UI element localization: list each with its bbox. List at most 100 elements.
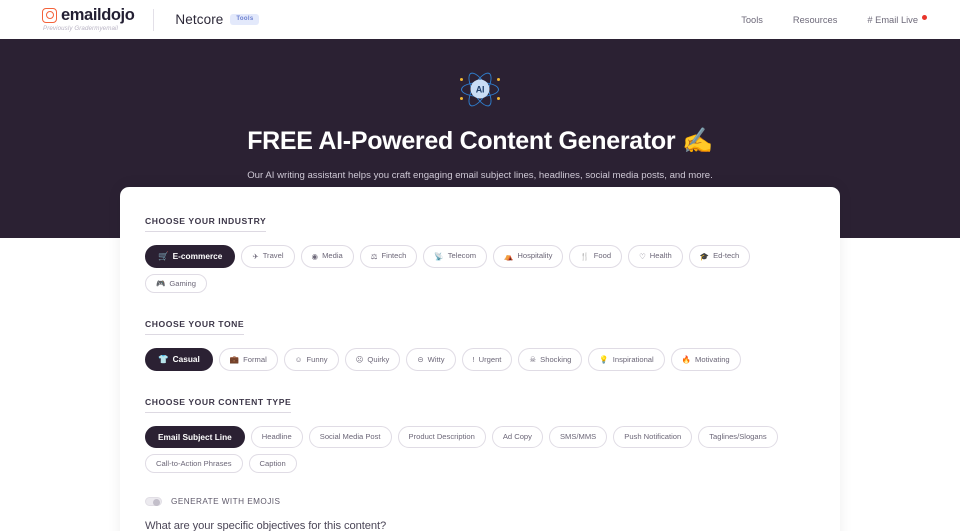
industry-chip-label: Travel [262, 251, 284, 261]
content-type-chip-product-description[interactable]: Product Description [397, 425, 486, 448]
page-title: FREE AI-Powered Content Generator ✍️ [247, 127, 713, 155]
page-root: emaildojo Previously Gradermyemail Netco… [0, 0, 960, 531]
industry-chip-health[interactable]: ♡ Health [628, 245, 683, 268]
airplane-icon: ✈ [252, 251, 259, 261]
tone-chip-urgent[interactable]: ! Urgent [461, 348, 513, 371]
tone-chip-funny[interactable]: ☺ Funny [283, 348, 339, 371]
cutlery-icon: 🍴 [580, 251, 590, 261]
netcore-text: Netcore [175, 12, 224, 27]
objectives-question: What are your specific objectives for th… [145, 520, 387, 531]
brand-divider [153, 8, 155, 31]
nav-email-live-text: # Email Live [867, 14, 918, 25]
tone-section: CHOOSE YOUR TONE 👕 Casual 💼 Formal ☺ Funny … [145, 314, 815, 371]
play-circle-icon: ◉ [311, 251, 319, 261]
content-type-chip-headline[interactable]: Headline [250, 425, 303, 448]
industry-chip-label: E-commerce [172, 251, 223, 262]
tone-chip-label: Witty [427, 354, 445, 364]
industry-chip-travel[interactable]: ✈ Travel [241, 245, 295, 268]
content-type-chip-ad-copy[interactable]: Ad Copy [491, 425, 543, 448]
netcore-label: Netcore Tools [175, 12, 260, 27]
nav-link-tools[interactable]: Tools [741, 15, 763, 25]
industry-chip-hospitality[interactable]: ⛺ Hospitality [493, 245, 564, 268]
industry-chip-label: Hospitality [517, 251, 553, 261]
industry-chip-label: Gaming [169, 278, 196, 288]
tone-chip-label: Funny [306, 354, 328, 364]
content-type-section: CHOOSE YOUR CONTENT TYPE Email Subject L… [145, 392, 815, 474]
emoji-toggle-label: GENERATE WITH EMOJIS [171, 497, 281, 507]
tone-chip-quirky[interactable]: ☹ Quirky [344, 348, 401, 371]
tone-chip-label: Urgent [478, 354, 502, 364]
content-type-chip-push-notification[interactable]: Push Notification [613, 425, 693, 448]
industry-section-label: CHOOSE YOUR INDUSTRY [145, 216, 267, 232]
tone-chip-inspirational[interactable]: 💡 Inspirational [588, 348, 665, 371]
top-navigation-bar: emaildojo Previously Gradermyemail Netco… [0, 0, 960, 39]
generate-with-emojis-toggle[interactable] [145, 497, 162, 507]
industry-chip-telecom[interactable]: 📡 Telecom [423, 245, 488, 268]
industry-chip-e-commerce[interactable]: 🛒 E-commerce [145, 245, 236, 268]
industry-chip-food[interactable]: 🍴 Food [569, 245, 623, 268]
generator-form-card: CHOOSE YOUR INDUSTRY 🛒 E-commerce ✈ Travel… [120, 187, 840, 531]
emoji-toggle-row[interactable]: GENERATE WITH EMOJIS [145, 497, 815, 507]
tone-chip-group: 👕 Casual 💼 Formal ☺ Funny ☹ Quirky ⊝ Witty ! U… [145, 348, 815, 371]
industry-chip-label: Ed-tech [713, 251, 740, 261]
content-type-chip-taglines-slogans[interactable]: Taglines/Slogans [698, 425, 778, 448]
smiley-icon: ☺ [294, 354, 303, 364]
scale-icon: ⚖ [370, 251, 378, 261]
emaildojo-logo[interactable]: emaildojo Previously Gradermyemail [42, 5, 135, 32]
industry-chip-label: Fintech [381, 251, 407, 261]
exclamation-icon: ! [472, 354, 475, 364]
industry-chip-label: Media [322, 251, 343, 261]
skull-icon: ☠ [529, 354, 537, 364]
smiley-icon: ☹ [355, 354, 364, 364]
industry-section: CHOOSE YOUR INDUSTRY 🛒 E-commerce ✈ Travel… [145, 211, 815, 294]
industry-chip-label: Telecom [447, 251, 477, 261]
tone-chip-label: Formal [243, 354, 267, 364]
shopping-cart-icon: 🛒 [158, 251, 169, 261]
tone-chip-shocking[interactable]: ☠ Shocking [518, 348, 583, 371]
content-type-chip-call-to-action-phrases[interactable]: Call-to-Action Phrases [145, 453, 243, 474]
industry-chip-ed-tech[interactable]: 🎓 Ed-tech [688, 245, 751, 268]
objectives-section: What are your specific objectives for th… [145, 520, 815, 531]
ai-orb-label: AI [470, 79, 490, 99]
brand-block[interactable]: emaildojo Previously Gradermyemail Netco… [42, 5, 260, 32]
graduation-cap-icon: 🎓 [699, 251, 710, 261]
atom-dot-1 [460, 78, 464, 82]
content-type-chip-social-media-post[interactable]: Social Media Post [308, 425, 392, 448]
content-type-section-label: CHOOSE YOUR CONTENT TYPE [145, 397, 292, 413]
ai-atom-icon: AI [460, 68, 500, 110]
smiley-icon: ⊝ [417, 354, 424, 364]
tone-chip-label: Shocking [540, 354, 572, 364]
industry-chip-media[interactable]: ◉ Media [300, 245, 354, 268]
tone-chip-witty[interactable]: ⊝ Witty [406, 348, 456, 371]
content-type-chip-sms-mms[interactable]: SMS/MMS [548, 425, 608, 448]
tone-chip-label: Inspirational [612, 354, 654, 364]
nav-link-email-live[interactable]: # Email Live [867, 14, 927, 25]
nav-link-resources[interactable]: Resources [793, 15, 837, 25]
logo-wordmark: emaildojo [61, 5, 135, 24]
industry-chip-label: Health [649, 251, 672, 261]
nav-links: Tools Resources # Email Live [741, 14, 927, 25]
tone-chip-formal[interactable]: 💼 Formal [218, 348, 278, 371]
tone-chip-motivating[interactable]: 🔥 Motivating [670, 348, 741, 371]
tone-section-label: CHOOSE YOUR TONE [145, 319, 245, 336]
gamepad-icon: 🎮 [156, 278, 166, 288]
emaildojo-mark-icon [42, 7, 57, 23]
atom-dot-4 [496, 96, 500, 100]
industry-chip-group: 🛒 E-commerce ✈ Travel ◉ Media ⚖ Fintech 📡 Tel… [145, 245, 815, 294]
lightbulb-icon: 💡 [599, 354, 609, 364]
industry-chip-gaming[interactable]: 🎮 Gaming [145, 273, 207, 294]
tone-chip-casual[interactable]: 👕 Casual [145, 348, 213, 371]
tone-chip-label: Casual [172, 354, 200, 365]
shield-heart-icon: ♡ [639, 251, 646, 261]
atom-dot-2 [496, 78, 500, 82]
content-type-chip-email-subject-line[interactable]: Email Subject Line [145, 425, 245, 448]
netcore-badge: Tools [230, 13, 260, 25]
content-type-chip-group: Email Subject Line Headline Social Media… [145, 425, 815, 474]
industry-chip-fintech[interactable]: ⚖ Fintech [359, 245, 418, 268]
satellite-icon: 📡 [434, 251, 444, 261]
atom-dot-3 [460, 96, 464, 100]
tshirt-icon: 👕 [158, 354, 169, 365]
toggle-knob [153, 498, 160, 506]
content-type-chip-caption[interactable]: Caption [248, 453, 297, 474]
bell-icon: ⛺ [504, 251, 514, 261]
